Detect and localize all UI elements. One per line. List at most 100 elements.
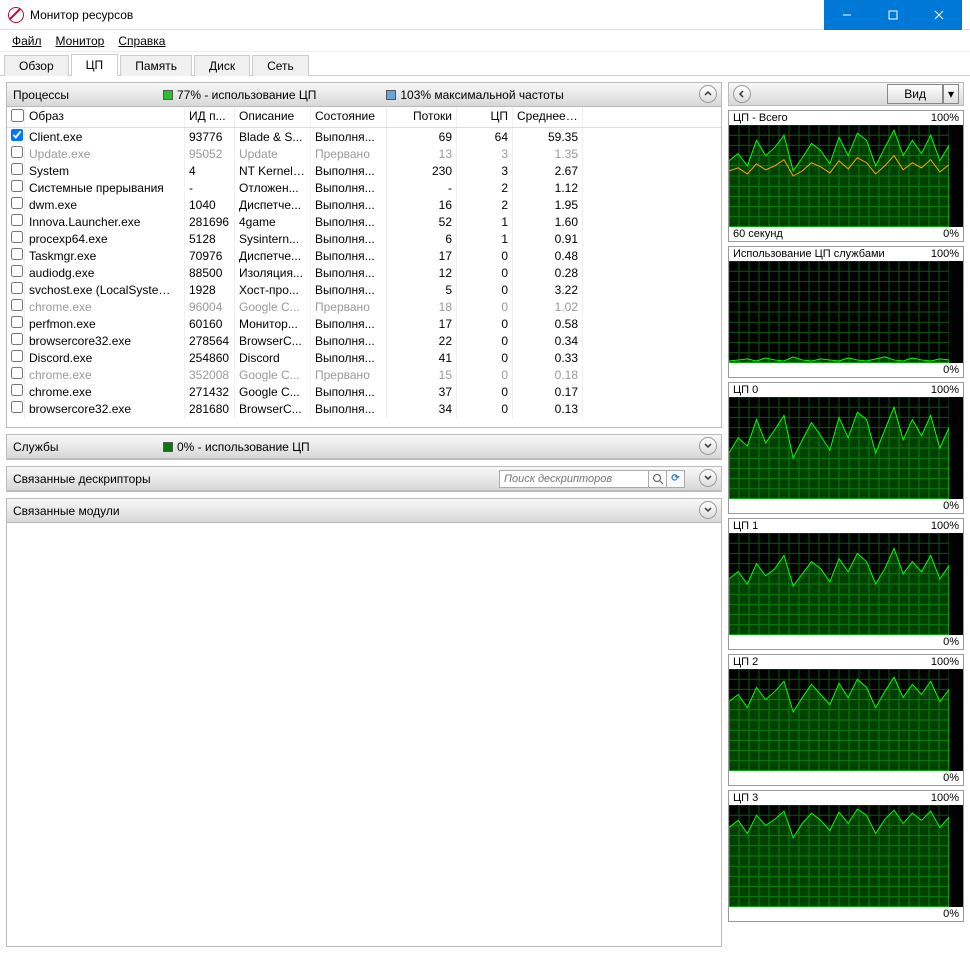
row-checkbox[interactable]	[11, 197, 23, 209]
tab-memory[interactable]: Память	[120, 55, 192, 76]
cell-cpu: 0	[457, 383, 513, 401]
table-row[interactable]: Update.exe95052UpdateПрервано1331.35	[7, 145, 721, 162]
row-checkbox[interactable]	[11, 299, 23, 311]
cell-threads: 52	[387, 213, 457, 231]
table-row[interactable]: chrome.exe96004Google C...Прервано1801.0…	[7, 298, 721, 315]
row-checkbox[interactable]	[11, 214, 23, 226]
chart-max: 100%	[931, 656, 959, 668]
col-checkbox[interactable]	[7, 107, 25, 127]
menu-monitor[interactable]: Монитор	[50, 32, 111, 50]
cell-avg: 0.33	[513, 349, 583, 367]
row-checkbox[interactable]	[11, 248, 23, 260]
row-checkbox[interactable]	[11, 401, 23, 413]
expand-services-icon[interactable]	[699, 437, 717, 455]
table-row[interactable]: audiodg.exe88500Изоляция...Выполня...120…	[7, 264, 721, 281]
row-checkbox[interactable]	[11, 163, 23, 175]
cell-state: Выполня...	[311, 196, 387, 214]
table-row[interactable]: browsercore32.exe281680BrowserC...Выполн…	[7, 400, 721, 417]
row-checkbox[interactable]	[11, 367, 23, 379]
cell-desc: Google C...	[235, 298, 311, 316]
table-row[interactable]: Innova.Launcher.exe2816964gameВыполня...…	[7, 213, 721, 230]
chart-canvas	[729, 533, 963, 635]
view-dropdown-icon[interactable]: ▾	[943, 84, 959, 104]
modules-header[interactable]: Связанные модули	[7, 499, 721, 523]
cell-state: Прервано	[311, 366, 387, 384]
col-cpu[interactable]: ЦП	[457, 107, 513, 127]
chart-foot-right: 0%	[943, 636, 959, 648]
view-button[interactable]: Вид	[887, 84, 943, 104]
title-bar: Монитор ресурсов	[0, 0, 970, 30]
chart-canvas	[729, 261, 963, 363]
refresh-icon[interactable]: ⟳	[667, 470, 685, 488]
cell-cpu: 0	[457, 400, 513, 418]
modules-panel: Связанные модули	[6, 498, 722, 947]
col-threads[interactable]: Потоки	[387, 107, 457, 127]
cell-desc: Диспетче...	[235, 196, 311, 214]
search-input[interactable]	[499, 470, 649, 488]
handles-header[interactable]: Связанные дескрипторы ⟳	[7, 467, 721, 491]
table-row[interactable]: dwm.exe1040Диспетче...Выполня...1621.95	[7, 196, 721, 213]
search-icon[interactable]	[649, 470, 667, 488]
minimize-button[interactable]	[824, 0, 870, 30]
table-row[interactable]: chrome.exe271432Google C...Выполня...370…	[7, 383, 721, 400]
table-row[interactable]: perfmon.exe60160Монитор...Выполня...1700…	[7, 315, 721, 332]
cell-desc: 4game	[235, 213, 311, 231]
table-row[interactable]: Client.exe93776Blade & S...Выполня...696…	[7, 128, 721, 145]
table-row[interactable]: Discord.exe254860DiscordВыполня...4100.3…	[7, 349, 721, 366]
col-desc[interactable]: Описание	[235, 107, 311, 127]
row-checkbox[interactable]	[11, 350, 23, 362]
tab-overview[interactable]: Обзор	[4, 55, 69, 76]
table-row[interactable]: svchost.exe (LocalSystemNet...1928Хост-п…	[7, 281, 721, 298]
table-header: Образ ИД п... Описание Состояние Потоки …	[7, 107, 721, 128]
cell-cpu: 1	[457, 230, 513, 248]
processes-header[interactable]: Процессы 77% - использование ЦП 103% мак…	[7, 83, 721, 107]
menu-file[interactable]: Файл	[6, 32, 48, 50]
table-row[interactable]: procexp64.exe5128Sysintern...Выполня...6…	[7, 230, 721, 247]
row-checkbox[interactable]	[11, 333, 23, 345]
cell-image: Taskmgr.exe	[25, 247, 185, 265]
row-checkbox[interactable]	[11, 129, 23, 141]
table-row[interactable]: Taskmgr.exe70976Диспетче...Выполня...170…	[7, 247, 721, 264]
col-pid[interactable]: ИД п...	[185, 107, 235, 127]
row-checkbox[interactable]	[11, 231, 23, 243]
cell-desc: BrowserC...	[235, 400, 311, 418]
services-swatch	[163, 442, 173, 452]
tab-cpu[interactable]: ЦП	[71, 54, 119, 76]
tab-bar: Обзор ЦП Память Диск Сеть	[0, 52, 970, 76]
cell-pid: 271432	[185, 383, 235, 401]
table-row[interactable]: Системные прерывания-Отложен...Выполня..…	[7, 179, 721, 196]
collapse-processes-icon[interactable]	[699, 85, 717, 103]
row-checkbox[interactable]	[11, 146, 23, 158]
row-checkbox[interactable]	[11, 180, 23, 192]
cell-image: Update.exe	[25, 145, 185, 163]
table-row[interactable]: chrome.exe352008Google C...Прервано1500.…	[7, 366, 721, 383]
col-image[interactable]: Образ	[25, 107, 185, 127]
cell-cpu: 0	[457, 332, 513, 350]
col-avg[interactable]: Среднее ...	[513, 107, 583, 127]
maximize-button[interactable]	[870, 0, 916, 30]
cell-pid: 278564	[185, 332, 235, 350]
chart-foot-right: 0%	[943, 772, 959, 784]
table-row[interactable]: System4NT Kernel ...Выполня...23032.67	[7, 162, 721, 179]
processes-table: Образ ИД п... Описание Состояние Потоки …	[7, 107, 721, 427]
cell-state: Выполня...	[311, 315, 387, 333]
cell-pid: 60160	[185, 315, 235, 333]
menu-help[interactable]: Справка	[112, 32, 171, 50]
tab-disk[interactable]: Диск	[194, 55, 250, 76]
cell-desc: NT Kernel ...	[235, 162, 311, 180]
row-checkbox[interactable]	[11, 316, 23, 328]
chart-canvas	[729, 125, 963, 227]
services-header[interactable]: Службы 0% - использование ЦП	[7, 435, 721, 459]
collapse-charts-icon[interactable]	[733, 85, 751, 103]
expand-modules-icon[interactable]	[699, 501, 717, 519]
chart-foot-left: 60 секунд	[733, 228, 783, 240]
expand-handles-icon[interactable]	[699, 469, 717, 487]
tab-network[interactable]: Сеть	[252, 55, 309, 76]
row-checkbox[interactable]	[11, 265, 23, 277]
row-checkbox[interactable]	[11, 282, 23, 294]
table-row[interactable]: browsercore32.exe278564BrowserC...Выполн…	[7, 332, 721, 349]
col-state[interactable]: Состояние	[311, 107, 387, 127]
row-checkbox[interactable]	[11, 384, 23, 396]
close-button[interactable]	[916, 0, 962, 30]
chart-foot-right: 0%	[943, 500, 959, 512]
